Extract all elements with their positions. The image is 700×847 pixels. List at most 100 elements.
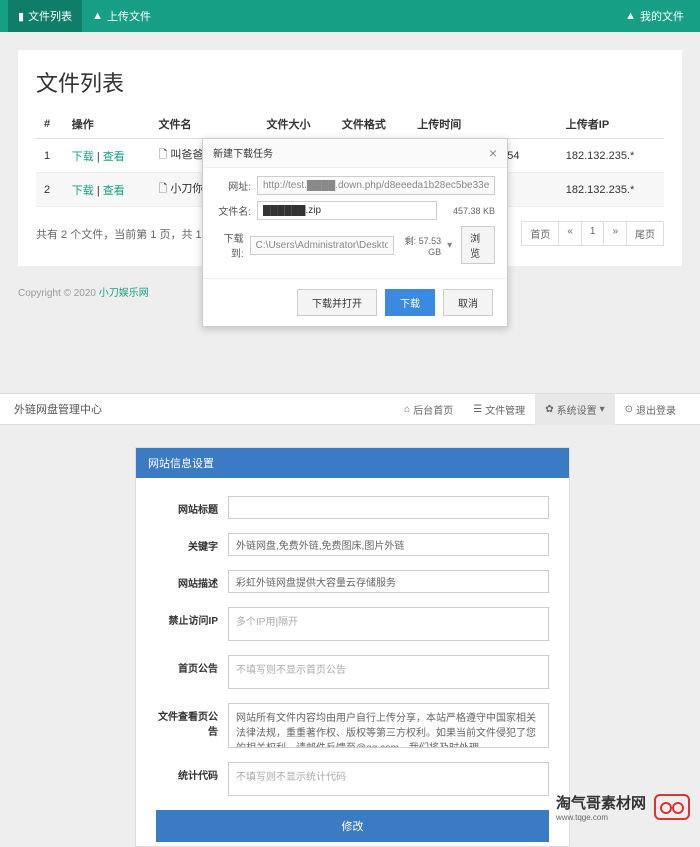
page-next[interactable]: » [603,221,627,246]
top-navbar: ▮ 文件列表 ▲ 上传文件 ▲ 我的文件 [0,0,700,32]
watermark-logo-icon [654,794,690,820]
page-prev[interactable]: « [558,221,582,246]
cell-ip: 182.132.235.* [558,139,664,173]
view-notice-input[interactable]: 网站所有文件内容均由用户自行上传分享，本站严格遵守中国家相关法律法规，重重著作权… [228,703,549,748]
keywords-input[interactable] [228,533,549,556]
download-button[interactable]: 下载 [385,289,435,316]
page-last[interactable]: 尾页 [626,221,664,246]
submit-button[interactable]: 修改 [156,810,549,842]
th-ip: 上传者IP [558,110,664,139]
download-link[interactable]: 下载 [72,185,94,197]
site-title-input[interactable] [228,496,549,519]
dialog-title-text: 新建下载任务 [213,145,273,161]
admin-menu: ⌂后台首页 ☰文件管理 ✿系统设置▾ ⊙退出登录 [394,394,686,425]
block-ip-input[interactable] [228,607,549,641]
th-format: 文件格式 [334,110,409,139]
label: 文件查看页公告 [156,703,228,748]
cancel-button[interactable]: 取消 [443,289,493,316]
folder-icon: ▮ [18,10,24,23]
cell-num: 1 [36,139,64,173]
nav-upload[interactable]: ▲ 上传文件 [82,0,161,32]
label: 网站描述 [156,570,228,593]
browse-button[interactable]: 浏览 [461,226,495,264]
close-icon[interactable]: × [489,145,497,161]
menu-sys-settings[interactable]: ✿系统设置▾ [535,394,614,425]
url-label: 网址: [215,178,251,193]
copyright-link[interactable]: 小刀娱乐网 [99,288,149,299]
nav-left: ▮ 文件列表 ▲ 上传文件 [8,0,161,32]
nav-label: 文件列表 [28,8,72,24]
page-title: 文件列表 [36,66,664,98]
announcement-input[interactable] [228,655,549,689]
nav-file-list[interactable]: ▮ 文件列表 [8,0,82,32]
download-open-button[interactable]: 下载并打开 [297,289,377,316]
watermark: 淘气哥素材网 www.tqge.com [556,792,690,822]
cell-actions: 下载 | 查看 [64,139,151,173]
path-input[interactable] [250,236,394,255]
path-row: 下载到: 剩: 57.53 GB ▾ 浏览 [215,226,495,264]
home-icon: ⌂ [404,404,410,415]
file-size: 457.38 KB [443,206,495,216]
menu-file-manage[interactable]: ☰文件管理 [463,394,535,425]
label: 关键字 [156,533,228,556]
th-time: 上传时间 [409,110,557,139]
dialog-footer: 下载并打开 下载 取消 [203,278,507,326]
view-link[interactable]: 查看 [103,151,125,163]
file-icon: 🗋 [158,180,167,199]
url-input[interactable] [257,176,495,195]
menu-home[interactable]: ⌂后台首页 [394,394,463,425]
download-dialog: 新建下载任务 × 网址: 文件名: 457.38 KB 下载到: 剩: 57.5… [202,138,508,327]
dialog-titlebar: 新建下载任务 × [203,139,507,168]
watermark-brand: 淘气哥素材网 [556,795,646,812]
admin-navbar: 外链网盘管理中心 ⌂后台首页 ☰文件管理 ✿系统设置▾ ⊙退出登录 [0,393,700,425]
label: 首页公告 [156,655,228,689]
name-input[interactable] [257,201,437,220]
cell-ip: 182.132.235.* [558,173,664,207]
download-link[interactable]: 下载 [72,151,94,163]
nav-label: 上传文件 [107,8,151,24]
settings-panel: 网站信息设置 网站标题 关键字 网站描述 禁止访问IP 首页公告 文件查看页公告… [135,447,570,847]
label: 网站标题 [156,496,228,519]
row-announcement: 首页公告 [156,655,549,689]
pagination: 首页 « 1 » 尾页 [522,221,664,246]
label: 统计代码 [156,762,228,796]
free-space: 剩: 57.53 GB [400,234,441,257]
page-current[interactable]: 1 [581,221,605,246]
row-view-notice: 文件查看页公告 网站所有文件内容均由用户自行上传分享，本站严格遵守中国家相关法律… [156,703,549,748]
footer-summary: 共有 2 个文件，当前第 1 页，共 1 页 [36,226,216,242]
page-first[interactable]: 首页 [521,221,559,246]
description-input[interactable] [228,570,549,593]
th-num: # [36,110,64,139]
settings-header: 网站信息设置 [136,448,569,478]
th-action: 操作 [64,110,151,139]
settings-body: 网站标题 关键字 网站描述 禁止访问IP 首页公告 文件查看页公告 网站所有文件… [136,478,569,846]
th-size: 文件大小 [259,110,334,139]
name-label: 文件名: [215,203,251,218]
chevron-down-icon: ▾ [600,404,605,415]
url-row: 网址: [215,176,495,195]
th-name: 文件名 [150,110,258,139]
gear-icon: ✿ [545,404,553,415]
cell-actions: 下载 | 查看 [64,173,151,207]
row-keywords: 关键字 [156,533,549,556]
submit-row: 修改 [156,810,549,842]
logout-icon: ⊙ [625,404,633,415]
nav-label: 我的文件 [640,8,684,24]
stats-code-input[interactable] [228,762,549,796]
label: 禁止访问IP [156,607,228,641]
menu-logout[interactable]: ⊙退出登录 [615,394,686,425]
path-label: 下载到: [215,230,244,260]
user-icon: ▲ [625,10,636,22]
watermark-url: www.tqge.com [556,813,646,822]
list-icon: ☰ [473,404,482,415]
row-site-title: 网站标题 [156,496,549,519]
chevron-down-icon[interactable]: ▾ [447,240,455,251]
nav-my-files[interactable]: ▲ 我的文件 [617,8,692,24]
view-link[interactable]: 查看 [103,185,125,197]
dialog-body: 网址: 文件名: 457.38 KB 下载到: 剩: 57.53 GB ▾ 浏览 [203,168,507,278]
row-block-ip: 禁止访问IP [156,607,549,641]
upload-icon: ▲ [92,10,103,22]
name-row: 文件名: 457.38 KB [215,201,495,220]
admin-title: 外链网盘管理中心 [14,401,102,417]
row-stats-code: 统计代码 [156,762,549,796]
